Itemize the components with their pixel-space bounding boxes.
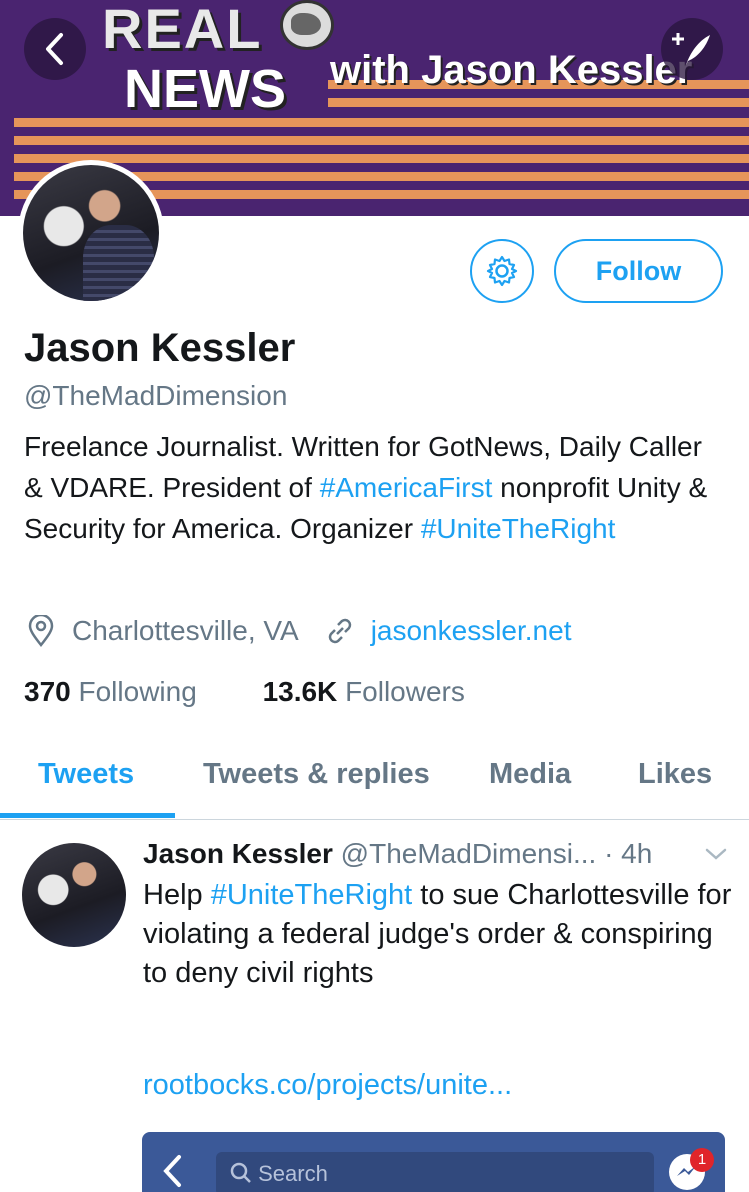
- tweet-avatar[interactable]: [22, 843, 126, 947]
- tweet-text: Help #UniteTheRight to sue Charlottesvil…: [143, 876, 733, 993]
- gear-icon: [486, 255, 518, 287]
- banner-stripe: [328, 98, 749, 107]
- compose-feather-icon: [672, 33, 710, 65]
- tweet-author-name[interactable]: Jason Kessler: [143, 838, 333, 869]
- tab-likes[interactable]: Likes: [638, 758, 712, 791]
- banner-subtitle: with Jason Kessler: [330, 48, 693, 92]
- following-count: 370: [24, 676, 71, 707]
- profile-avatar[interactable]: [18, 160, 164, 306]
- link-icon: [323, 616, 357, 646]
- profile-name: Jason Kessler: [24, 326, 296, 370]
- settings-button[interactable]: [470, 239, 534, 303]
- followers-count: 13.6K: [262, 676, 338, 707]
- compose-button[interactable]: [661, 18, 723, 80]
- tweet-url-link[interactable]: rootbocks.co/projects/unite...: [143, 1069, 512, 1102]
- notification-badge: 1: [690, 1148, 714, 1172]
- following-label: Following: [78, 676, 197, 707]
- profile-handle: @TheMadDimension: [24, 380, 288, 411]
- followers-stat[interactable]: 13.6K Followers: [263, 676, 465, 707]
- embed-search-bar: Search: [216, 1152, 654, 1192]
- hashtag-link[interactable]: #UniteTheRight: [211, 879, 413, 911]
- back-button[interactable]: [24, 18, 86, 80]
- search-icon: [230, 1162, 251, 1183]
- tab-tweets[interactable]: Tweets: [38, 758, 134, 791]
- banner-title-news: NEWS: [124, 59, 286, 119]
- tab-media[interactable]: Media: [489, 758, 571, 791]
- tweet-timestamp: · 4h: [604, 838, 653, 869]
- banner-title-real: REAL: [102, 0, 263, 60]
- location-pin-icon: [24, 615, 58, 647]
- following-stat[interactable]: 370 Following: [24, 676, 197, 707]
- globe-icon: [280, 0, 334, 50]
- follow-button[interactable]: Follow: [554, 239, 723, 303]
- tweet-header: Jason Kessler @TheMadDimensi... · 4h: [143, 838, 652, 870]
- tweet-text-prefix: Help: [143, 879, 211, 911]
- tweet-author-handle[interactable]: @TheMadDimensi...: [341, 838, 597, 869]
- active-tab-indicator: [0, 813, 175, 818]
- chevron-left-icon: [46, 33, 63, 65]
- banner-stripe: [14, 154, 749, 163]
- profile-website-link[interactable]: jasonkessler.net: [371, 615, 572, 647]
- hashtag-link[interactable]: #AmericaFirst: [320, 472, 493, 503]
- profile-stats: 370 Following 13.6K Followers: [24, 676, 465, 708]
- hashtag-link[interactable]: #UniteTheRight: [421, 513, 616, 544]
- tweet-media-preview[interactable]: Search 1: [142, 1132, 725, 1192]
- profile-location: Charlottesville, VA: [72, 615, 299, 646]
- profile-meta: Charlottesville, VA jasonkessler.net: [24, 615, 571, 647]
- chevron-down-icon: [705, 848, 727, 860]
- tab-tweets-replies[interactable]: Tweets & replies: [203, 758, 430, 791]
- tweet-menu-button[interactable]: [704, 846, 728, 867]
- profile-tabs: Tweets Tweets & replies Media Likes: [0, 740, 749, 820]
- profile-bio: Freelance Journalist. Written for GotNew…: [24, 426, 724, 549]
- followers-label: Followers: [345, 676, 465, 707]
- banner-stripe: [14, 136, 749, 145]
- avatar-photo: [23, 165, 159, 301]
- embed-back-icon: [162, 1154, 184, 1188]
- embed-search-placeholder: Search: [258, 1161, 328, 1186]
